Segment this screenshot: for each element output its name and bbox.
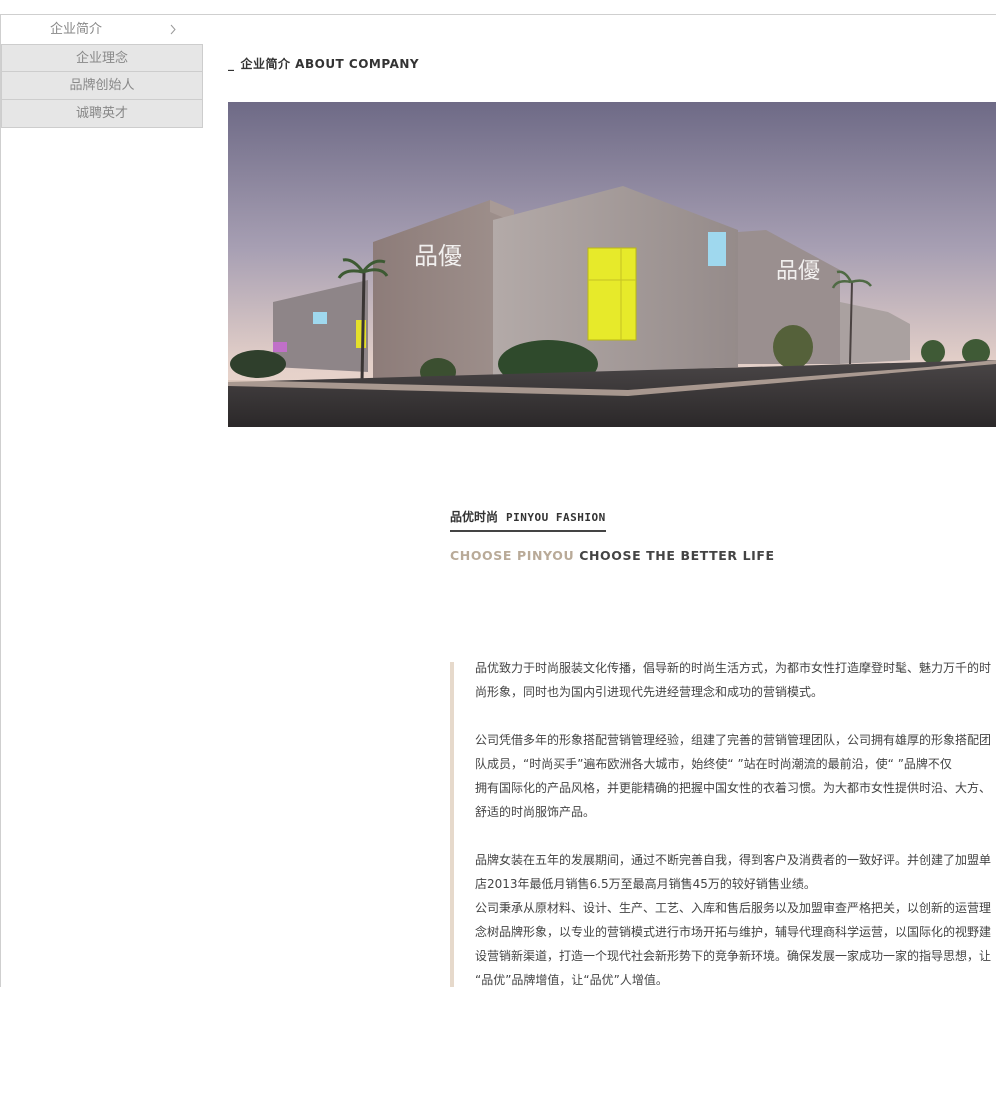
body-line: 队成员，“时尚买手”遍布欧洲各大城市，始终使“ ”站在时尚潮流的最前沿，使“ ”… (475, 757, 952, 771)
brand-title-cn: 品优时尚 (450, 510, 499, 524)
brand-title-en: PINYOU FASHION (506, 511, 606, 524)
sidebar-item-company-intro[interactable]: 企业简介 (1, 15, 203, 44)
body-line: 店2013年最低月销售6.5万至最高月销售45万的较好销售业绩。 (475, 877, 816, 891)
sidebar-nav: 企业简介 企业理念 品牌创始人 诚聘英才 (1, 15, 203, 128)
sidebar-item-company-philosophy[interactable]: 企业理念 (1, 44, 203, 72)
sidebar-item-brand-founder[interactable]: 品牌创始人 (1, 72, 203, 100)
body-line: 念树品牌形象，以专业的营销模式进行市场开拓与维护，辅导代理商科学运营，以国际化的… (475, 925, 992, 939)
left-divider (0, 15, 1, 987)
body-line: 品牌女装在五年的发展期间，通过不断完善自我，得到客户及消费者的一致好评。并创建了… (475, 853, 992, 867)
body-line: 公司秉承从原材料、设计、生产、工艺、入库和售后服务以及加盟审查严格把关，以创新的… (475, 901, 992, 915)
page-title: _ 企业简介 ABOUT COMPANY (228, 55, 419, 72)
page-title-text: 企业简介 ABOUT COMPANY (240, 57, 420, 71)
slogan-part-b: CHOOSE THE BETTER LIFE (579, 548, 775, 563)
body-line: 品优致力于时尚服装文化传播，倡导新的时尚生活方式，为都市女性打造摩登时髦、魅力万… (475, 661, 992, 675)
body-line: 舒适的时尚服饰产品。 (475, 805, 596, 819)
body-line: 拥有国际化的产品风格，并更能精确的把握中国女性的衣着习惯。为大都市女性提供时沿、… (475, 781, 992, 795)
sidebar-item-label: 品牌创始人 (69, 78, 135, 93)
slogan-part-a: CHOOSE PINYOU (450, 548, 575, 563)
brand-heading: 品优时尚 PINYOU FASHION (450, 506, 606, 532)
quote-bar (450, 662, 454, 987)
building-sign-left: 品優 (414, 242, 462, 270)
body-line: “品优”品牌增值，让“品优”人增值。 (475, 973, 668, 987)
sidebar-item-careers[interactable]: 诚聘英才 (1, 100, 203, 128)
body-line: 设营销新渠道，打造一个现代社会新形势下的竞争新环境。确保发展一家成功一家的指导思… (475, 949, 992, 963)
sidebar-item-label: 企业简介 (49, 22, 102, 37)
company-building-photo: 品優 品優 (228, 102, 996, 427)
brand-title: 品优时尚 PINYOU FASHION (450, 508, 606, 532)
title-dash: _ (228, 57, 235, 71)
sidebar-item-label: 企业理念 (75, 51, 128, 66)
body-line: 尚形象，同时也为国内引进现代先进经营理念和成功的营销模式。 (475, 685, 824, 699)
building-sign-right: 品優 (776, 259, 820, 284)
body-line: 公司凭借多年的形象搭配营销管理经验，组建了完善的营销管理团队，公司拥有雄厚的形象… (475, 733, 992, 747)
sidebar-item-label: 诚聘英才 (75, 106, 128, 121)
brand-slogan: CHOOSE PINYOU CHOOSE THE BETTER LIFE (450, 548, 775, 563)
company-description: 品优致力于时尚服装文化传播，倡导新的时尚生活方式，为都市女性打造摩登时髦、魅力万… (475, 656, 996, 992)
